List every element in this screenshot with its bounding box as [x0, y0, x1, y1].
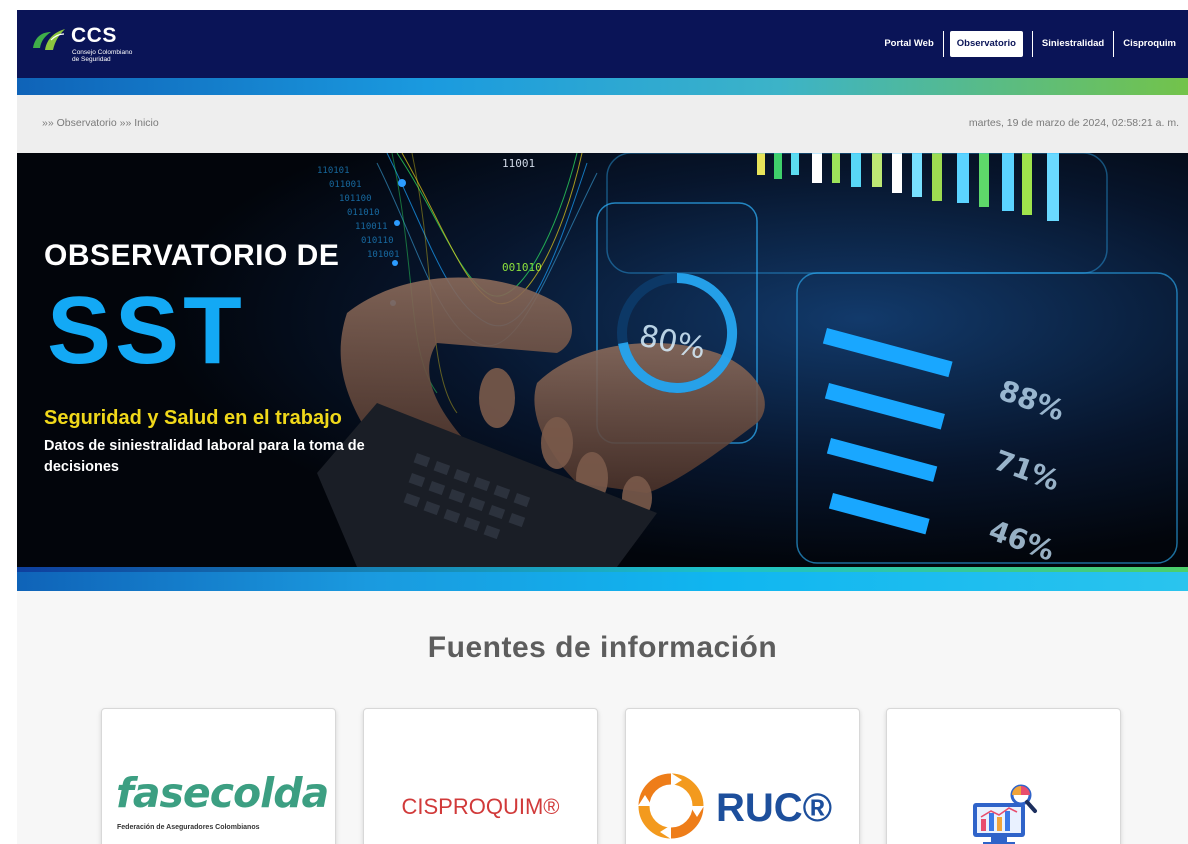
breadcrumb-bar: »» Observatorio »» Inicio martes, 19 de …	[17, 95, 1188, 153]
source-card-statistics[interactable]	[886, 708, 1121, 844]
nav-portal-web[interactable]: Portal Web	[875, 31, 944, 57]
logo-name: CCS	[71, 24, 117, 47]
ccs-logo[interactable]: CCS Consejo Colombiano de Seguridad	[31, 18, 171, 70]
hero-gradient-band	[17, 567, 1188, 591]
binary-text-2: 11001	[502, 157, 535, 170]
fasecolda-subtitle: Federación de Aseguradores Colombianos	[117, 824, 260, 831]
hero-title: OBSERVATORIO DE	[44, 239, 340, 272]
main-nav: Portal Web Observatorio Siniestralidad C…	[875, 31, 1188, 57]
svg-text:110101: 110101	[317, 166, 350, 176]
breadcrumb[interactable]: »» Observatorio »» Inicio	[42, 117, 159, 129]
data-analysis-icon	[973, 784, 1037, 844]
nav-cisproquim[interactable]: Cisproquim	[1114, 31, 1188, 57]
recycle-arrows-icon	[638, 773, 704, 839]
sources-title: Fuentes de información	[427, 631, 778, 664]
sources-section: Fuentes de información fasecolda Federac…	[17, 591, 1188, 844]
svg-text:010110: 010110	[361, 236, 394, 246]
nav-siniestralidad[interactable]: Siniestralidad	[1031, 31, 1115, 57]
source-card-ruc[interactable]: RUC®	[625, 708, 860, 844]
fasecolda-logo: fasecolda	[116, 769, 329, 817]
svg-text:110011: 110011	[355, 222, 388, 232]
top-navbar: CCS Consejo Colombiano de Seguridad Port…	[17, 10, 1188, 78]
ruc-logo: RUC®	[716, 786, 833, 830]
svg-text:101001: 101001	[367, 250, 400, 260]
binary-text-1: 001010	[502, 261, 542, 274]
logo-subtitle-line2: de Seguridad	[72, 56, 111, 63]
source-card-cisproquim[interactable]: CISPROQUIM®	[363, 708, 598, 844]
nav-observatorio[interactable]: Observatorio	[949, 31, 1023, 57]
header-gradient-band	[17, 78, 1188, 95]
current-datetime: martes, 19 de marzo de 2024, 02:58:21 a.…	[968, 117, 1179, 129]
hero-subtitle: Seguridad y Salud en el trabajo	[44, 407, 342, 429]
cisproquim-logo: CISPROQUIM®	[401, 794, 560, 819]
svg-text:011001: 011001	[329, 180, 362, 190]
svg-text:011010: 011010	[347, 208, 380, 218]
logo-subtitle: Consejo Colombiano de Seguridad	[72, 49, 172, 63]
ccs-leaf-icon	[33, 29, 65, 50]
logo-subtitle-line1: Consejo Colombiano	[72, 49, 133, 56]
source-card-fasecolda[interactable]: fasecolda Federación de Aseguradores Col…	[101, 708, 336, 844]
svg-text:101100: 101100	[339, 194, 372, 204]
hero-banner: 110101 011001 101100 011010 110011 010110 10…	[17, 153, 1188, 567]
hero-sst: SST	[47, 277, 246, 384]
hero-description: Datos de siniestralidad laboral para la …	[44, 438, 365, 475]
